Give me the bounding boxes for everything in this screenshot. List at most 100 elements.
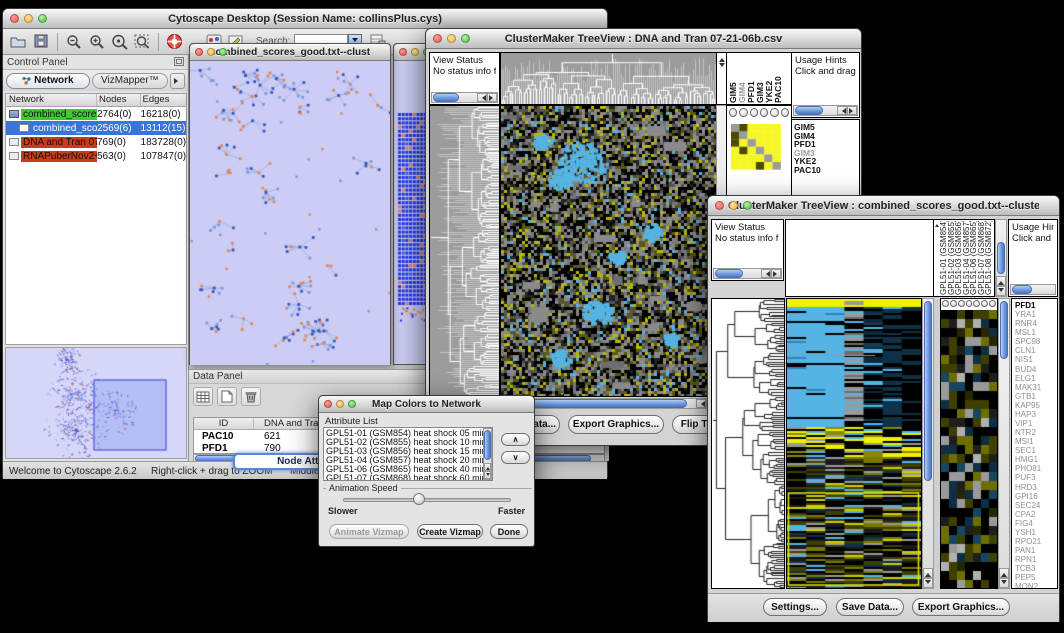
zoom-y-icon[interactable] [760, 108, 768, 117]
overview-canvas[interactable] [6, 348, 186, 458]
tv2-heatmap[interactable] [786, 298, 922, 589]
gene-label[interactable]: CLN1 [1015, 346, 1057, 355]
speed-slider-track[interactable] [343, 498, 511, 502]
column-label[interactable]: YKE2 [765, 54, 774, 103]
attribute-item[interactable]: GPL51-07 (GSM868) heat shock 60 min [324, 474, 492, 481]
done-button[interactable]: Done [490, 524, 528, 539]
column-label[interactable]: GPL51-08 (GSM872) [985, 221, 993, 295]
tv1-usage-scrollbar[interactable] [793, 105, 858, 116]
zoom-y-icon[interactable] [966, 300, 973, 307]
minimize-button[interactable] [729, 201, 738, 210]
tv2-detail-scrollbar[interactable] [998, 298, 1010, 589]
new-attribute-icon[interactable] [217, 387, 237, 406]
zoom-in-icon[interactable] [85, 31, 108, 53]
close-button[interactable] [715, 201, 724, 210]
column-label[interactable]: PFD1 [747, 54, 756, 103]
tv1-export-graphics-button[interactable]: Export Graphics... [568, 415, 664, 434]
zoom-out-icon[interactable] [739, 108, 747, 117]
close-button[interactable] [324, 400, 332, 408]
tv1-heatmap[interactable] [500, 105, 717, 397]
speed-slider-thumb[interactable] [413, 493, 425, 505]
zoom-selected-icon[interactable] [108, 31, 131, 53]
zoom-out-icon[interactable] [950, 300, 957, 307]
create-vizmap-button[interactable]: Create Vizmap [417, 524, 483, 539]
minimize-button[interactable] [447, 34, 456, 43]
gene-label[interactable]: BUD4 [1015, 365, 1057, 374]
more-tabs-button[interactable] [170, 73, 185, 89]
gene-label[interactable]: KAP95 [1015, 401, 1057, 410]
float-panel-icon[interactable] [174, 53, 184, 71]
tv2-status-scrollbar[interactable] [713, 268, 782, 279]
zoom-button[interactable] [461, 34, 470, 43]
network-row[interactable]: combined_scores 2764(0) 16218(0) [6, 107, 186, 121]
gene-label[interactable]: PHO81 [1015, 464, 1057, 473]
tv2-vscrollbar[interactable] [922, 298, 934, 589]
column-label[interactable]: GIM4 [738, 54, 747, 103]
pan-icon[interactable] [973, 300, 980, 307]
tv1-column-labels[interactable]: GIM5GIM4PFD1GIM3YKE2PAC10 [726, 52, 792, 105]
row-label[interactable]: PAC10 [794, 166, 857, 175]
minimize-button[interactable] [411, 48, 419, 56]
gene-label[interactable]: PFD1 [1015, 301, 1057, 310]
gene-label[interactable]: HMG1 [1015, 455, 1057, 464]
treeview1-titlebar[interactable]: ClusterMaker TreeView : DNA and Tran 07-… [426, 29, 861, 49]
tv1-row-dendrogram[interactable] [429, 105, 500, 397]
attribute-listbox[interactable]: GPL51-01 (GSM854) heat shock 05 minGPL51… [323, 427, 493, 481]
tv2-settings-button[interactable]: Settings... [763, 598, 827, 616]
zoom-in-icon[interactable] [729, 108, 737, 117]
zoom-fit-icon[interactable] [131, 31, 154, 53]
gene-label[interactable]: MON2 [1015, 582, 1057, 589]
tv1-column-dendrogram[interactable] [500, 52, 717, 105]
tv2-column-labels[interactable]: GPL51-01 (GSM854)GPL51-02 (GSM855)GPL51-… [933, 219, 995, 297]
network-overview[interactable] [5, 347, 187, 459]
zoom-button[interactable] [743, 201, 752, 210]
treeview2-titlebar[interactable]: ClusterMaker TreeView : combined_scores_… [708, 196, 1059, 216]
tv2-row-dendrogram[interactable] [711, 298, 785, 589]
gene-label[interactable]: MSL1 [1015, 328, 1057, 337]
close-button[interactable] [10, 14, 19, 23]
home-icon[interactable] [781, 108, 789, 117]
gene-label[interactable]: RPO21 [1015, 537, 1057, 546]
open-icon[interactable] [7, 31, 30, 53]
gene-label[interactable]: SPC98 [1015, 337, 1057, 346]
column-label[interactable]: GIM5 [729, 54, 738, 103]
network-row[interactable]: RNAPuberNov2+[ 563(0) 107847(0) [6, 149, 186, 163]
gene-label[interactable]: RPN1 [1015, 555, 1057, 564]
delete-attribute-icon[interactable] [241, 387, 261, 406]
dialog-titlebar[interactable]: Map Colors to Network [319, 396, 534, 413]
zoom-x-icon[interactable] [750, 108, 758, 117]
tv2-detail-heatmap[interactable] [941, 310, 997, 588]
tab-network[interactable]: Network [6, 73, 90, 89]
gene-label[interactable]: MSI1 [1015, 437, 1057, 446]
gene-label[interactable]: YRA1 [1015, 310, 1057, 319]
save-icon[interactable] [30, 31, 53, 53]
col-header-edges[interactable]: Edges [141, 94, 186, 106]
minimize-button[interactable] [24, 14, 33, 23]
gene-label[interactable]: PUF3 [1015, 473, 1057, 482]
gene-label[interactable]: YSH1 [1015, 528, 1057, 537]
gene-label[interactable]: VIP1 [1015, 419, 1057, 428]
gene-label[interactable]: SEC24 [1015, 501, 1057, 510]
zoom-x-icon[interactable] [958, 300, 965, 307]
tv1-status-scrollbar[interactable] [431, 92, 498, 103]
gene-label[interactable]: NIS1 [1015, 355, 1057, 364]
gene-label[interactable]: GTB1 [1015, 392, 1057, 401]
minimize-button[interactable] [336, 400, 344, 408]
zoom-button[interactable] [219, 48, 227, 56]
tv2-gene-labels[interactable]: PFD1YRA1RNR4MSL1SPC98CLN1NIS1BUD4ELG1MAK… [1011, 298, 1058, 589]
gene-label[interactable]: HRD3 [1015, 483, 1057, 492]
network-row[interactable]: combined_sco 2569(6) 13112(15) [6, 121, 186, 135]
zoom-in-icon[interactable] [942, 300, 949, 307]
gene-label[interactable]: CPA2 [1015, 510, 1057, 519]
network-row[interactable]: DNA and Tran 07 769(0) 183728(0) [6, 135, 186, 149]
zoom-button[interactable] [38, 14, 47, 23]
gene-label[interactable]: ELG1 [1015, 374, 1057, 383]
attribute-list-scrollbar[interactable] [483, 428, 492, 480]
column-label[interactable]: GPL51-03 (GSM856) [955, 221, 963, 295]
gene-label[interactable]: TCB3 [1015, 564, 1057, 573]
column-label[interactable]: GPL51-06 (GSM865) [970, 221, 978, 295]
tv1-summary-heatmap[interactable] [731, 124, 781, 170]
close-button[interactable] [195, 48, 203, 56]
tv2-collabel-scrollbar[interactable] [995, 219, 1007, 297]
gene-label[interactable]: NTR2 [1015, 428, 1057, 437]
